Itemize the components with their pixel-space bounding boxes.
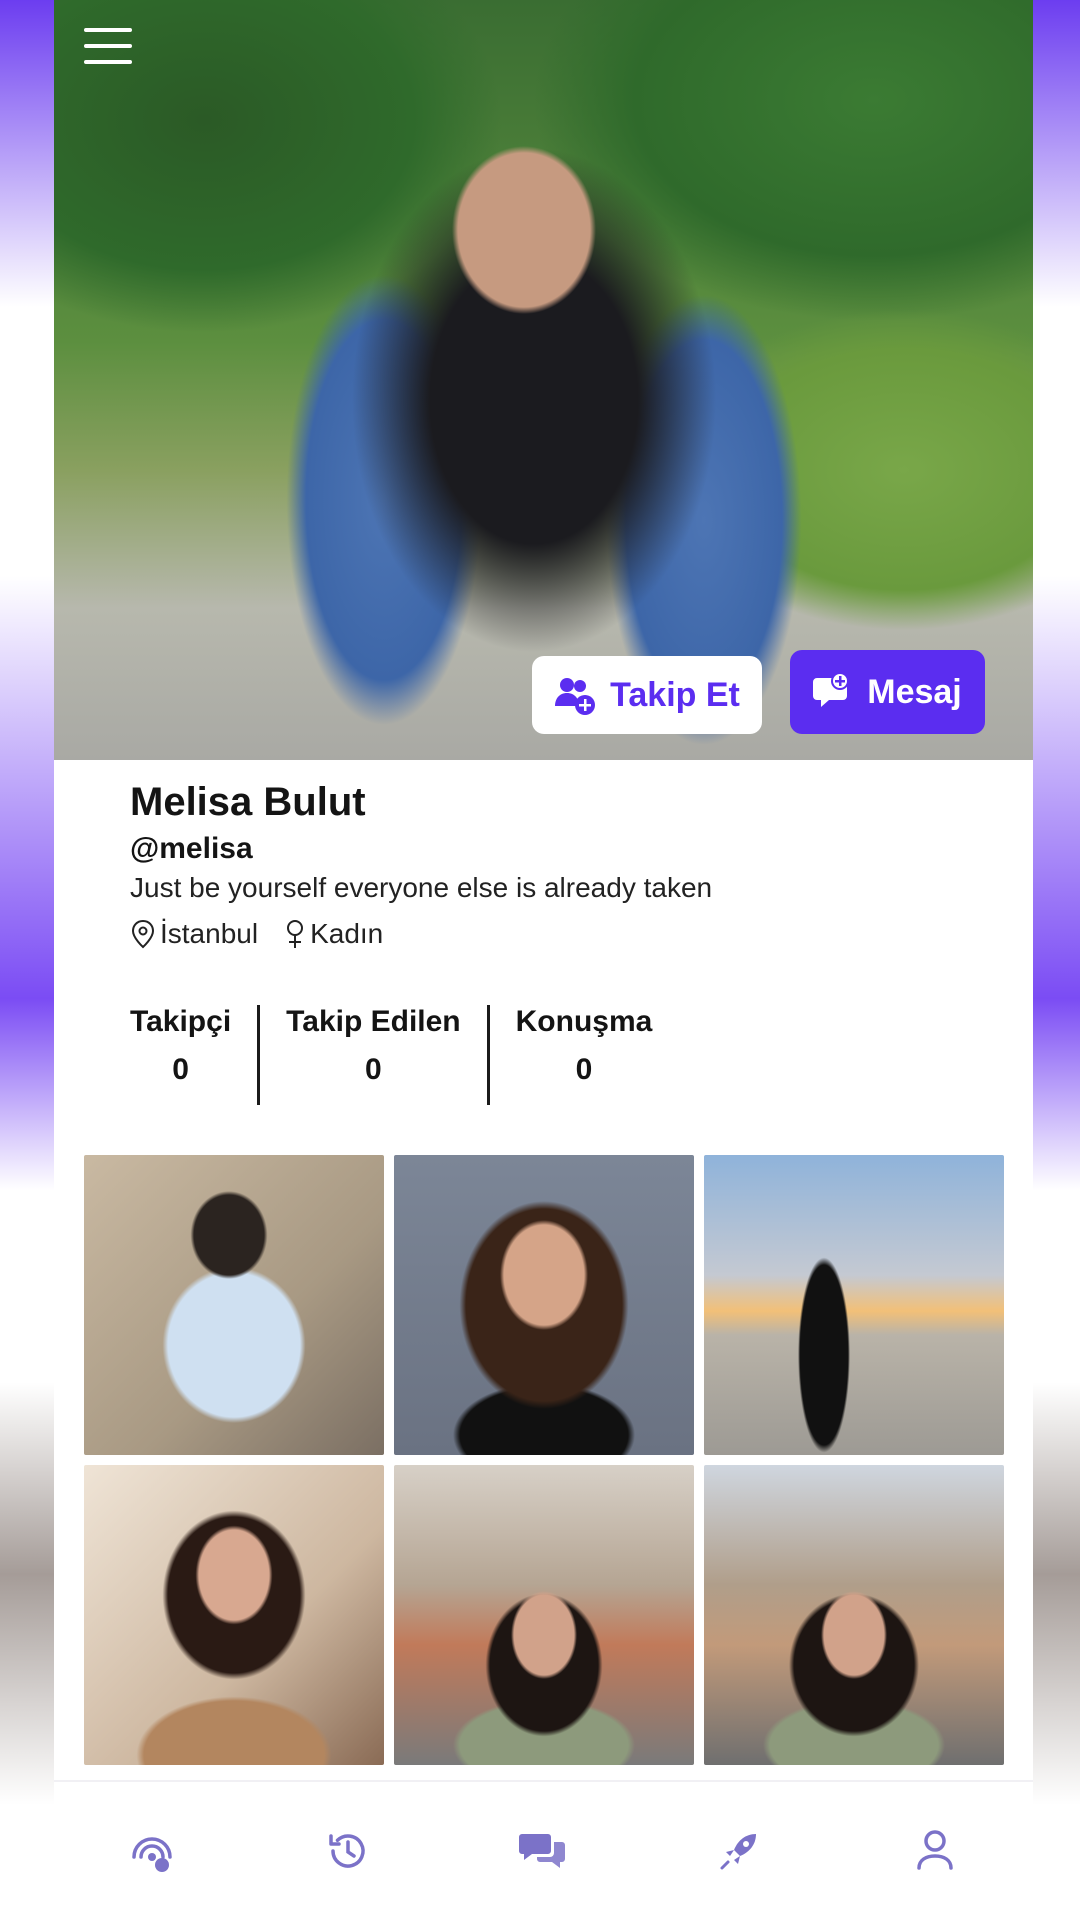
- stat-followers[interactable]: Takipçi 0: [130, 1005, 257, 1105]
- gallery-photo-1[interactable]: [84, 1155, 384, 1455]
- message-button-label: Mesaj: [867, 672, 962, 711]
- profile-bio: Just be yourself everyone else is alread…: [130, 872, 713, 903]
- follow-button[interactable]: Takip Et: [532, 656, 762, 734]
- nav-profile[interactable]: [900, 1816, 970, 1886]
- location-item: İstanbul: [130, 918, 258, 950]
- profile-meta: İstanbul Kadın: [130, 918, 383, 950]
- profile-cover-photo: Takip Et Mesaj: [54, 0, 1033, 760]
- profile-screen: Takip Et Mesaj Melisa Bulut @melisa Just…: [54, 0, 1033, 1920]
- profile-icon: [917, 1830, 953, 1870]
- discover-icon: [132, 1837, 172, 1872]
- message-button[interactable]: Mesaj: [790, 650, 985, 734]
- gallery-photo-5[interactable]: [394, 1465, 694, 1765]
- stat-label: Takipçi: [130, 1005, 232, 1038]
- nav-history[interactable]: [313, 1816, 383, 1886]
- message-icon: [813, 672, 850, 707]
- stat-value: 0: [575, 1053, 593, 1086]
- nav-boost[interactable]: [704, 1816, 774, 1886]
- female-icon: [287, 920, 304, 948]
- nav-discover[interactable]: [117, 1816, 187, 1886]
- history-icon: [328, 1834, 365, 1868]
- add-user-icon: [555, 678, 596, 715]
- gallery-photo-6[interactable]: [704, 1465, 1004, 1765]
- gallery-photo-2[interactable]: [394, 1155, 694, 1455]
- profile-stats: Takipçi 0 Takip Edilen 0 Konuşma 0: [130, 1005, 678, 1105]
- bottom-navigation: [54, 1780, 1033, 1920]
- stat-following[interactable]: Takip Edilen 0: [260, 1005, 486, 1105]
- chat-icon: [519, 1834, 566, 1868]
- stat-label: Takip Edilen: [286, 1005, 461, 1038]
- gallery-photo-3[interactable]: [704, 1155, 1004, 1455]
- profile-handle: @melisa: [130, 832, 253, 865]
- stat-label: Konuşma: [515, 1005, 653, 1038]
- follow-button-label: Takip Et: [610, 675, 740, 714]
- photo-gallery: [84, 1155, 1004, 1765]
- stat-conversations[interactable]: Konuşma 0: [490, 1005, 679, 1105]
- location-pin-icon: [131, 919, 155, 949]
- location-label: İstanbul: [160, 918, 259, 949]
- stat-value: 0: [365, 1053, 382, 1086]
- menu-icon[interactable]: [84, 28, 132, 64]
- gender-label: Kadın: [310, 918, 384, 949]
- profile-name: Melisa Bulut: [130, 780, 366, 824]
- stat-value: 0: [172, 1053, 189, 1086]
- nav-chat[interactable]: [508, 1816, 578, 1886]
- rocket-icon: [720, 1834, 757, 1870]
- gallery-photo-4[interactable]: [84, 1465, 384, 1765]
- gender-item: Kadın: [284, 918, 383, 950]
